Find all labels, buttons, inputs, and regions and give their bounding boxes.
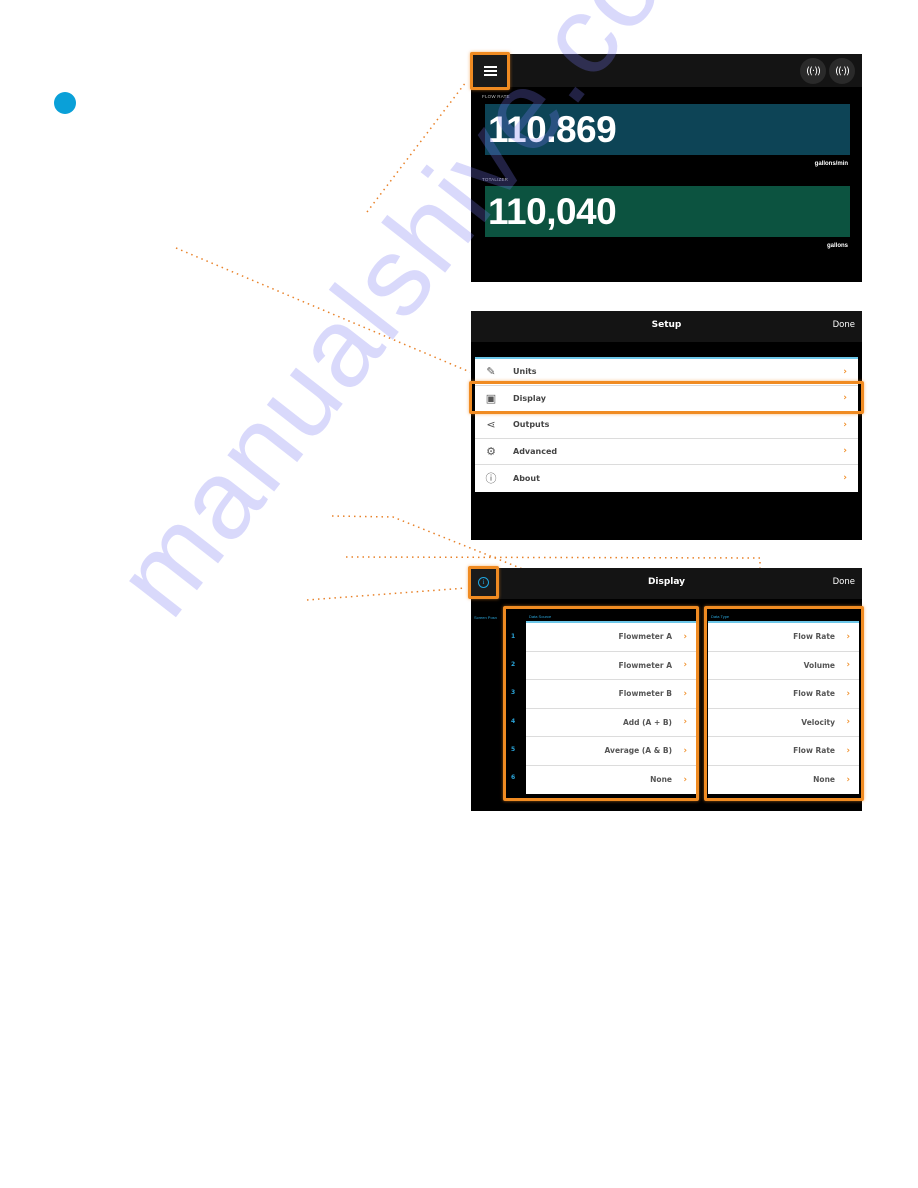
chevron-right-icon: › bbox=[683, 660, 687, 671]
data-source-value: Add (A + B) bbox=[622, 717, 672, 727]
totalizer-value: 110,040 bbox=[488, 190, 617, 232]
data-type-row[interactable]: Flow Rate › bbox=[708, 737, 859, 766]
flow-rate-value: 110.869 bbox=[488, 108, 617, 150]
setup-item-label: Advanced bbox=[513, 446, 558, 456]
totalizer-panel: 110,040 bbox=[485, 186, 850, 237]
chevron-right-icon: › bbox=[683, 774, 687, 785]
leader-menu bbox=[366, 81, 467, 213]
setup-navbar: Setup Done bbox=[471, 311, 862, 342]
setup-item-label: Units bbox=[513, 367, 537, 377]
setup-item-label: About bbox=[513, 473, 540, 483]
chevron-right-icon: › bbox=[683, 745, 687, 756]
data-source-value: Flowmeter A bbox=[618, 660, 672, 670]
data-source-table: Flowmeter A › Flowmeter A › Flowmeter B › A… bbox=[526, 621, 696, 794]
data-type-row[interactable]: Flow Rate › bbox=[708, 680, 859, 709]
hamburger-menu-button[interactable] bbox=[470, 52, 510, 90]
ruler-icon: ✎ bbox=[486, 365, 496, 379]
hamburger-menu-icon bbox=[483, 66, 497, 76]
display-navbar: Display Done bbox=[471, 568, 862, 599]
data-source-row[interactable]: Add (A + B) › bbox=[526, 709, 696, 737]
data-type-row[interactable]: None › bbox=[708, 766, 859, 795]
chevron-right-icon: › bbox=[846, 688, 850, 699]
data-type-value: Flow Rate bbox=[793, 689, 835, 699]
leader-info bbox=[306, 587, 467, 601]
setup-item-advanced[interactable]: ⚙ Advanced › bbox=[475, 439, 858, 465]
data-type-value: Flow Rate bbox=[793, 746, 835, 756]
chevron-right-icon: › bbox=[846, 717, 850, 728]
chevron-right-icon: › bbox=[846, 631, 850, 642]
data-type-value: None bbox=[813, 775, 835, 785]
setup-title: Setup bbox=[651, 320, 682, 330]
data-source-row[interactable]: Average (A & B) › bbox=[526, 737, 696, 766]
display-item-highlight bbox=[469, 381, 864, 414]
setup-done-button[interactable]: Done bbox=[833, 320, 855, 330]
step-marker-dot bbox=[54, 92, 76, 114]
data-source-value: Flowmeter B bbox=[618, 689, 672, 699]
info-button[interactable]: i bbox=[468, 566, 499, 599]
chevron-right-icon: › bbox=[846, 745, 850, 756]
screen-position-header: Screen Posn bbox=[474, 615, 497, 620]
data-type-row[interactable]: Flow Rate › bbox=[708, 623, 859, 652]
setup-item-about[interactable]: ⓘ About › bbox=[475, 465, 858, 492]
screen-position-number: 1 bbox=[511, 633, 516, 640]
chevron-right-icon: › bbox=[683, 688, 687, 699]
data-source-row[interactable]: Flowmeter A › bbox=[526, 652, 696, 680]
data-source-value: Average (A & B) bbox=[604, 746, 672, 756]
screen-position-number: 3 bbox=[511, 689, 516, 696]
data-type-value: Flow Rate bbox=[793, 632, 835, 642]
chevron-right-icon: › bbox=[843, 473, 847, 484]
main-readout-screen: ((·)) ((·)) FLOW RATE 110.869 gallons/mi… bbox=[471, 54, 862, 282]
data-source-row[interactable]: None › bbox=[526, 766, 696, 795]
totalizer-unit: gallons bbox=[826, 243, 848, 249]
data-type-row[interactable]: Velocity › bbox=[708, 709, 859, 737]
flow-rate-panel: 110.869 bbox=[485, 104, 850, 155]
info-icon: i bbox=[478, 577, 489, 588]
display-done-button[interactable]: Done bbox=[833, 577, 855, 587]
totalizer-label: TOTALIZER bbox=[482, 177, 509, 182]
chevron-right-icon: › bbox=[843, 366, 847, 377]
setup-screen: Setup Done ✎ Units › ▣ Display › ⋖ Outpu… bbox=[471, 311, 862, 540]
chevron-right-icon: › bbox=[846, 774, 850, 785]
data-source-row[interactable]: Flowmeter A › bbox=[526, 623, 696, 652]
screen-position-number: 6 bbox=[511, 774, 516, 781]
setup-menu-list: ✎ Units › ▣ Display › ⋖ Outputs › ⚙ Adva… bbox=[475, 357, 858, 492]
leader-display-item bbox=[175, 247, 471, 373]
data-type-table: Flow Rate › Volume › Flow Rate › Velocity › … bbox=[708, 621, 859, 794]
chevron-right-icon: › bbox=[843, 446, 847, 457]
wireless-signal-icon[interactable]: ((·)) bbox=[829, 58, 855, 84]
data-type-row[interactable]: Volume › bbox=[708, 652, 859, 680]
screen-position-number: 2 bbox=[511, 661, 516, 668]
chevron-right-icon: › bbox=[683, 717, 687, 728]
top-bar: ((·)) ((·)) bbox=[471, 54, 862, 87]
chevron-right-icon: › bbox=[843, 419, 847, 430]
data-source-row[interactable]: Flowmeter B › bbox=[526, 680, 696, 709]
screen-position-number: 5 bbox=[511, 746, 516, 753]
setup-item-label: Outputs bbox=[513, 420, 550, 430]
data-source-value: Flowmeter A bbox=[618, 632, 672, 642]
gear-icon: ⚙ bbox=[486, 444, 496, 458]
display-title: Display bbox=[647, 577, 686, 587]
screen-position-number: 4 bbox=[511, 718, 516, 725]
chevron-right-icon: › bbox=[846, 660, 850, 671]
info-box-icon: ⓘ bbox=[485, 472, 497, 486]
data-type-value: Volume bbox=[803, 660, 835, 670]
setup-item-outputs[interactable]: ⋖ Outputs › bbox=[475, 412, 858, 439]
data-type-value: Velocity bbox=[801, 717, 835, 727]
chevron-right-icon: › bbox=[683, 631, 687, 642]
data-source-value: None bbox=[650, 775, 672, 785]
share-nodes-icon: ⋖ bbox=[486, 418, 496, 432]
flow-rate-unit: gallons/min bbox=[814, 161, 848, 167]
flow-rate-label: FLOW RATE bbox=[482, 94, 510, 99]
wireless-signal-icon[interactable]: ((·)) bbox=[800, 58, 826, 84]
